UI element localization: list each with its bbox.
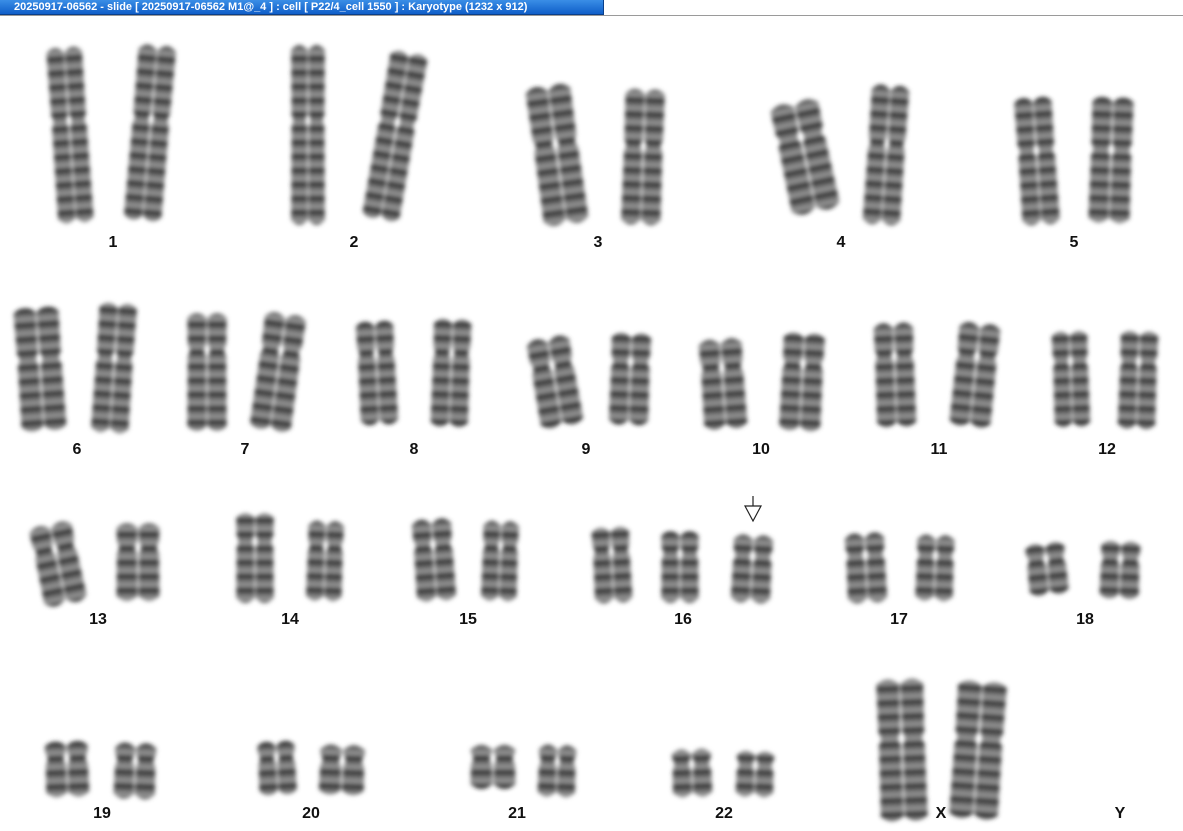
chr8-b[interactable] <box>430 318 472 428</box>
chromosome-label-8: 8 <box>410 441 419 458</box>
chr15-a[interactable] <box>411 518 457 603</box>
chromosome-label-22: 22 <box>715 805 733 822</box>
chr15-b[interactable] <box>480 520 520 602</box>
chr19-b[interactable] <box>113 742 157 800</box>
chr20-b[interactable] <box>318 744 366 796</box>
chrX-b[interactable] <box>949 679 1007 820</box>
chromosome-label-13: 13 <box>89 611 107 628</box>
chr11-a[interactable] <box>873 322 917 428</box>
chr14-b[interactable] <box>305 520 345 602</box>
chr9-a[interactable] <box>526 334 584 430</box>
chromosome-label-9: 9 <box>582 441 591 458</box>
chr1-b[interactable] <box>124 44 177 223</box>
chr18-b[interactable] <box>1099 540 1141 600</box>
chr9-b[interactable] <box>608 332 652 426</box>
chr16-a[interactable] <box>591 526 633 604</box>
chr6-b[interactable] <box>91 302 138 434</box>
chr2-b[interactable] <box>362 49 429 223</box>
chr10-a[interactable] <box>698 338 748 431</box>
chr5-b[interactable] <box>1088 96 1134 224</box>
chr4-a[interactable] <box>769 97 840 217</box>
chromosome-label-10: 10 <box>752 441 770 458</box>
window-title-bar[interactable]: 20250917-06562 - slide [ 20250917-06562 … <box>0 0 604 15</box>
chrX-a[interactable] <box>876 678 928 822</box>
chr13-a[interactable] <box>28 519 87 608</box>
chromosome-label-16: 16 <box>674 611 692 628</box>
chromosome-label-5: 5 <box>1070 234 1079 251</box>
chr1-a[interactable] <box>46 46 94 224</box>
chr7-b[interactable] <box>249 311 306 434</box>
chromosome-label-2: 2 <box>350 234 359 251</box>
chr13-b[interactable] <box>116 523 160 601</box>
chr3-b[interactable] <box>621 88 665 226</box>
chromosome-label-17: 17 <box>890 611 908 628</box>
chromosome-label-4: 4 <box>837 234 846 251</box>
chromosome-label-18: 18 <box>1076 611 1094 628</box>
chr4-b[interactable] <box>862 84 910 226</box>
chromosome-label-x: X <box>936 805 947 822</box>
chr19-a[interactable] <box>44 740 90 798</box>
chr17-b[interactable] <box>915 534 955 602</box>
chromosome-label-14: 14 <box>281 611 299 628</box>
arrow-down-icon <box>744 496 762 523</box>
window-title: 20250917-06562 - slide [ 20250917-06562 … <box>14 1 528 13</box>
chromosome-label-19: 19 <box>93 805 111 822</box>
chr6-a[interactable] <box>13 306 67 433</box>
chromosome-label-7: 7 <box>241 441 250 458</box>
chr17-a[interactable] <box>844 532 888 604</box>
chromosome-label-3: 3 <box>594 234 603 251</box>
chr21-b[interactable] <box>537 744 577 798</box>
chromosome-label-6: 6 <box>73 441 82 458</box>
chromosome-label-1: 1 <box>109 234 118 251</box>
chr12-a[interactable] <box>1051 330 1091 428</box>
chr7-a[interactable] <box>187 313 227 431</box>
chromosome-label-12: 12 <box>1098 441 1116 458</box>
chr16-c[interactable] <box>730 534 774 604</box>
chr10-b[interactable] <box>779 332 825 432</box>
chromosome-label-y: Y <box>1115 805 1126 822</box>
chr3-a[interactable] <box>525 83 589 228</box>
karyotype-canvas: 1 2 3 4 5 6 7 8 9 10 11 12 13 14 15 16 1… <box>13 44 1159 822</box>
chr22-b[interactable] <box>735 750 775 798</box>
chr12-b[interactable] <box>1117 330 1159 430</box>
chr21-a[interactable] <box>470 745 516 789</box>
chr2-a[interactable] <box>291 45 325 225</box>
chr16-b[interactable] <box>661 531 699 603</box>
chr20-a[interactable] <box>257 740 297 796</box>
chr22-a[interactable] <box>671 748 713 798</box>
chromosome-label-11: 11 <box>931 441 948 458</box>
chr8-a[interactable] <box>355 320 399 426</box>
chromosome-label-21: 21 <box>508 805 526 822</box>
chr14-a[interactable] <box>236 513 274 603</box>
chromosome-label-15: 15 <box>459 611 477 628</box>
chr18-a[interactable] <box>1025 541 1070 597</box>
chr11-b[interactable] <box>949 321 1001 429</box>
chr5-a[interactable] <box>1014 96 1060 226</box>
chromosome-label-20: 20 <box>302 805 320 822</box>
